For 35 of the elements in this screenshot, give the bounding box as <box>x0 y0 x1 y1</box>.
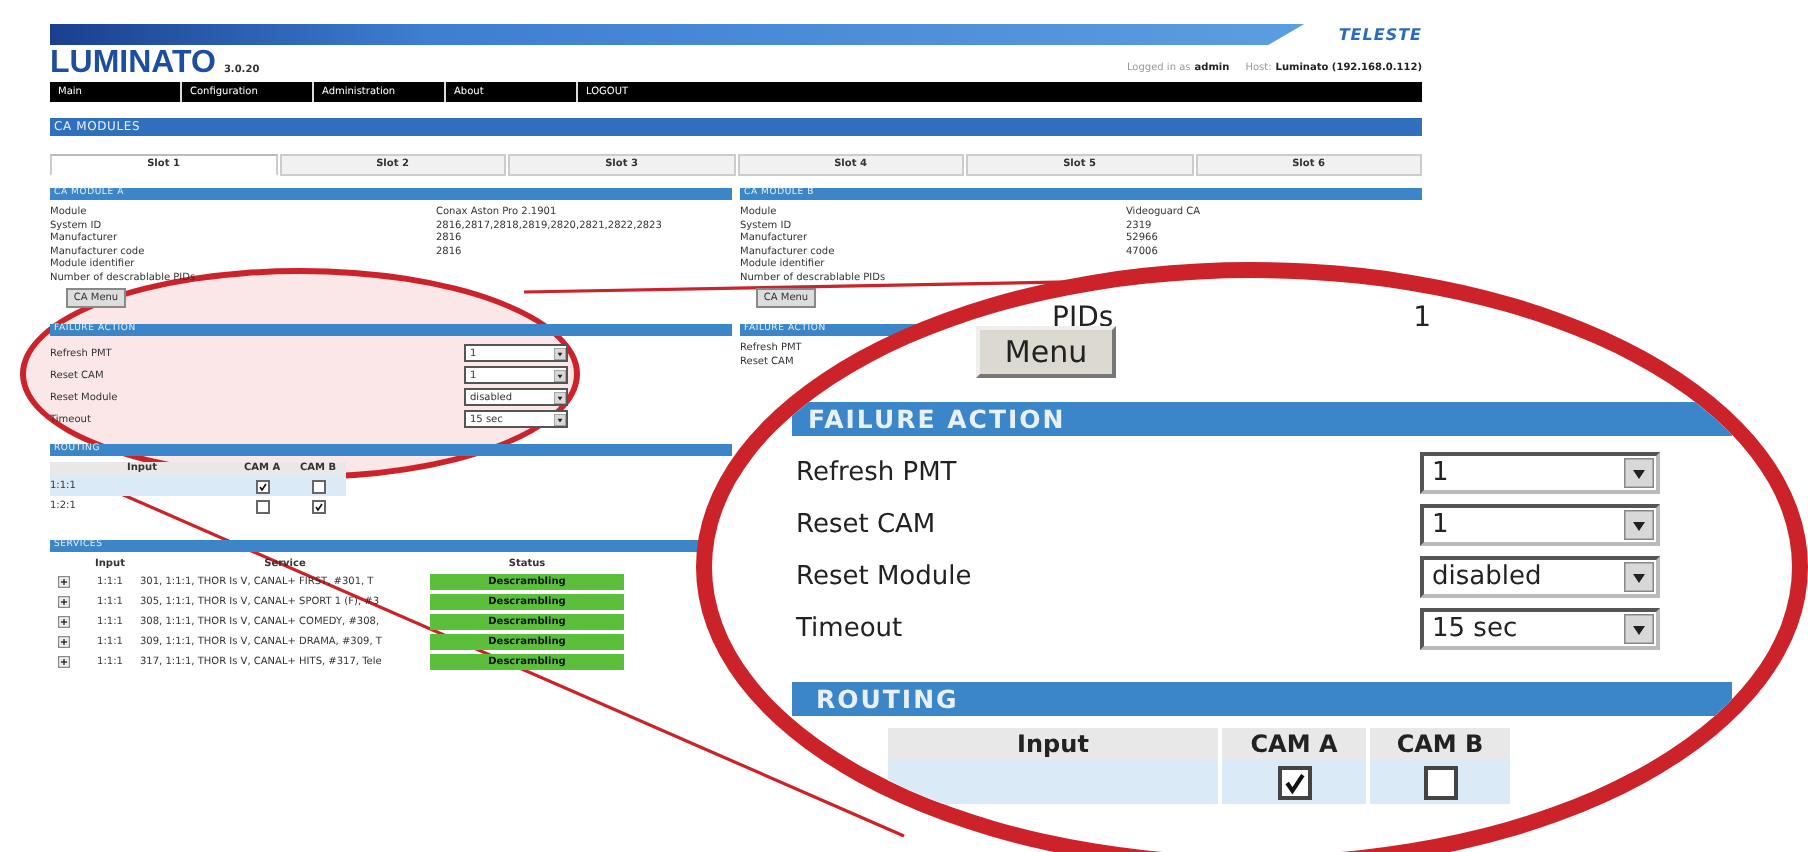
checkbox[interactable] <box>311 499 325 513</box>
expand-icon[interactable] <box>58 656 70 668</box>
expand-icon[interactable] <box>58 616 70 628</box>
checkbox[interactable] <box>255 499 269 513</box>
checkbox[interactable] <box>1423 765 1457 799</box>
caret-icon <box>554 347 566 359</box>
brand-logo: TELESTE <box>1336 25 1422 43</box>
expand-icon[interactable] <box>58 576 70 588</box>
field-label: Reset CAM <box>796 507 938 543</box>
dropdown[interactable]: disabled <box>1420 556 1660 598</box>
column-header: Input <box>888 728 1218 760</box>
dropdown[interactable]: 1 <box>1420 504 1660 546</box>
dropdown[interactable]: 1 <box>1420 452 1660 494</box>
checkbox[interactable] <box>311 479 325 493</box>
checkbox[interactable] <box>255 479 269 493</box>
product-name: LUMINATO <box>50 48 216 78</box>
section-header: FAILURE ACTION <box>792 402 1732 436</box>
caret-icon <box>554 413 566 425</box>
caret-icon <box>554 369 566 381</box>
dropdown[interactable]: 15 sec <box>1420 608 1660 650</box>
column-header: CAM A <box>1222 728 1366 760</box>
caret-icon <box>1624 562 1654 592</box>
caret-icon <box>554 391 566 403</box>
caret-icon <box>1624 510 1654 540</box>
menu-button[interactable]: Menu <box>976 326 1116 378</box>
caret-icon <box>1624 458 1654 488</box>
field-label: Reset Module <box>796 559 974 595</box>
section-header: ROUTING <box>792 682 1732 716</box>
expand-icon[interactable] <box>58 596 70 608</box>
field-label: Refresh PMT <box>796 455 959 491</box>
column-header: CAM B <box>1370 728 1510 760</box>
field-label: Timeout <box>796 611 905 647</box>
caret-icon <box>1624 614 1654 644</box>
checkbox[interactable] <box>1277 765 1311 799</box>
expand-icon[interactable] <box>58 636 70 648</box>
